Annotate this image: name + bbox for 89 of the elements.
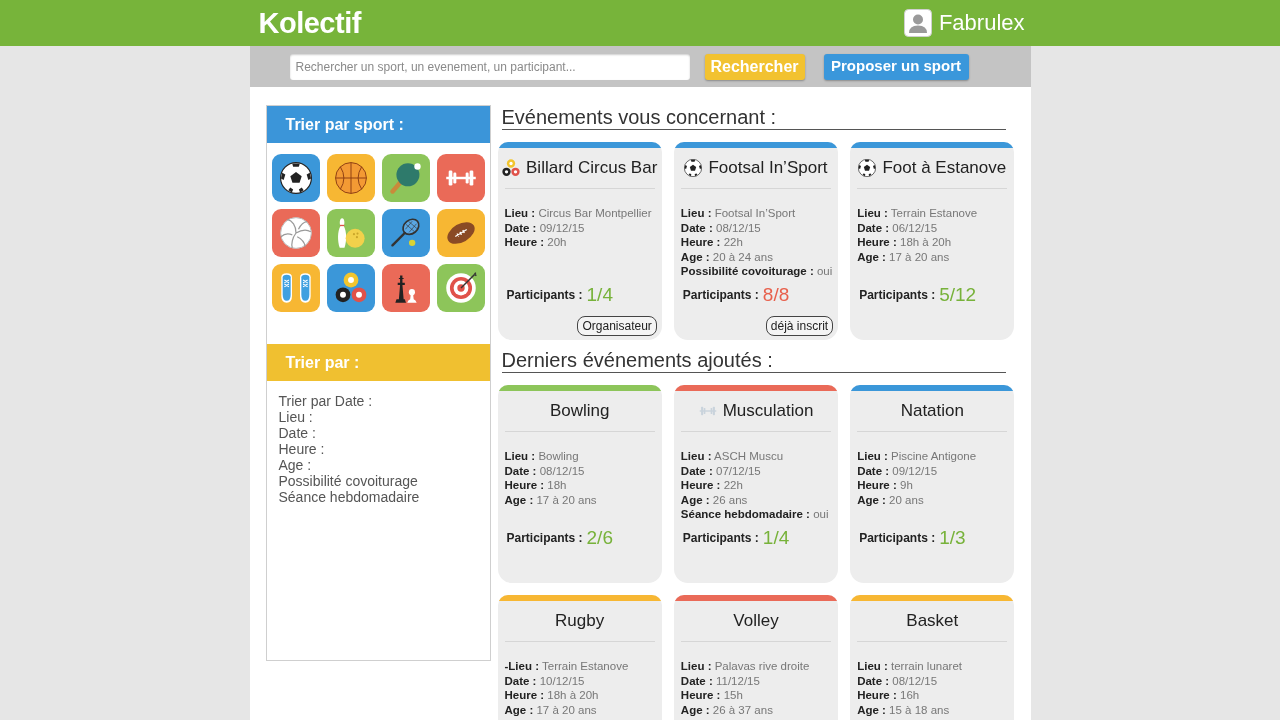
event-detail: Date : 11/12/15 — [680, 673, 760, 688]
event-detail: Lieu : Circus Bar Montpellier — [504, 206, 652, 221]
target-icon — [444, 272, 477, 304]
event-title: Bowling — [549, 400, 610, 422]
event-detail: Lieu : Piscine Antigone — [857, 449, 977, 464]
event-title: Billard Circus Bar — [526, 157, 658, 179]
event-detail: Age : 17 à 20 ans — [504, 492, 597, 507]
event-title: Basket — [906, 610, 959, 632]
event-detail: Lieu : Terrain Estanove — [857, 206, 978, 221]
event-detail: Séance hebdomadaire : oui — [680, 507, 829, 522]
avatar-icon — [903, 9, 932, 37]
event-detail: Heure : 22h — [680, 235, 743, 250]
event-action-button[interactable]: Organisateur — [577, 316, 657, 336]
event-detail: Lieu : terrain lunaret — [857, 659, 962, 674]
billiard-balls-icon — [334, 272, 367, 304]
sort-option[interactable]: Age : — [278, 457, 312, 473]
participants-label: Participants : — [859, 287, 936, 304]
sport-filter-button[interactable] — [326, 264, 375, 312]
participants-label: Participants : — [682, 287, 759, 304]
event-detail: Possibilité covoiturage : oui — [680, 264, 833, 279]
sort-option[interactable]: Trier par Date : — [278, 393, 373, 409]
event-detail: Date : 07/12/15 — [680, 463, 761, 478]
event-detail: Age : 20 à 24 ans — [680, 249, 773, 264]
panel-title: Trier par : — [285, 352, 360, 373]
event-detail: Date : 08/12/15 — [857, 673, 938, 688]
event-detail: Heure : 9h — [857, 478, 913, 493]
soccer-ball-icon — [684, 159, 703, 177]
billiard-balls-icon — [502, 159, 520, 177]
event-detail: Heure : 16h — [857, 688, 920, 703]
participant-count: 2/6 — [586, 527, 613, 549]
event-detail: Lieu : ASCH Muscu — [680, 449, 784, 464]
section-title: Derniers événements ajoutés : — [501, 348, 1006, 373]
event-detail: Lieu : Footsal In’Sport — [680, 206, 796, 221]
event-detail: Heure : 20h — [504, 235, 567, 250]
event-detail: Date : 08/12/15 — [680, 220, 761, 235]
participant-count: 5/12 — [939, 284, 977, 306]
panel-title: Trier par sport : — [285, 114, 404, 135]
participants-label: Participants : — [506, 530, 583, 547]
event-detail: Heure : 15h — [680, 688, 743, 703]
event-detail: Age : 26 ans — [680, 492, 748, 507]
sort-option[interactable]: Lieu : — [278, 409, 313, 425]
section-title: Evénements vous concernant : — [501, 105, 1006, 130]
event-detail: Lieu : Palavas rive droite — [680, 659, 810, 674]
event-detail: Age : 26 à 37 ans — [680, 702, 773, 717]
event-detail: -Lieu : Terrain Estanove — [504, 659, 629, 674]
event-title: Footsal In’Sport — [708, 157, 828, 179]
soccer-ball-icon — [858, 159, 877, 177]
participant-count: 8/8 — [762, 284, 790, 306]
volleyball-icon — [279, 217, 312, 249]
event-title: Volley — [733, 610, 779, 632]
sport-filter-button[interactable] — [381, 264, 430, 312]
participants-label: Participants : — [506, 287, 583, 304]
participant-count: 1/4 — [586, 284, 613, 306]
event-detail: Age : 17 à 20 ans — [857, 249, 950, 264]
event-detail: Heure : 18h à 20h — [504, 688, 599, 703]
event-action-button[interactable]: déjà inscrit — [765, 316, 834, 336]
sport-filter-button[interactable] — [271, 154, 320, 202]
event-detail: Age : 15 à 18 ans — [857, 702, 950, 717]
event-title: Foot à Estanove — [882, 157, 1007, 179]
participants-label: Participants : — [682, 530, 759, 547]
event-detail: Age : 20 ans — [857, 492, 924, 507]
event-detail: Date : 06/12/15 — [857, 220, 938, 235]
participants-label: Participants : — [859, 530, 936, 547]
event-detail: Lieu : Bowling — [504, 449, 579, 464]
sort-option[interactable]: Séance hebdomadaire — [278, 489, 420, 505]
tennis-racket-icon — [389, 217, 422, 249]
event-detail: Heure : 18h — [504, 478, 567, 493]
search-field[interactable]: Rechercher un sport, un evenement, un participant... — [289, 53, 690, 80]
sort-option[interactable]: Date : — [278, 425, 316, 441]
event-detail: Date : 10/12/15 — [504, 673, 585, 688]
basketball-icon — [334, 162, 367, 194]
event-detail: Age : 17 à 20 ans — [504, 702, 597, 717]
sport-filter-button[interactable] — [381, 209, 430, 257]
event-detail: Date : 09/12/15 — [857, 463, 938, 478]
event-detail: Heure : 22h — [680, 478, 743, 493]
event-detail: Heure : 18h à 20h — [857, 235, 952, 250]
event-detail: Date : 08/12/15 — [504, 463, 585, 478]
soccer-ball-icon — [279, 162, 312, 194]
event-detail: Date : 09/12/15 — [504, 220, 585, 235]
sneakers-icon — [279, 272, 312, 304]
event-title: Rugby — [555, 610, 605, 632]
sort-option[interactable]: Possibilité covoiturage — [278, 473, 418, 489]
sort-option[interactable]: Heure : — [278, 441, 325, 457]
participant-count: 1/3 — [939, 527, 966, 549]
paddle-icon — [389, 162, 422, 194]
event-title: Musculation — [722, 400, 814, 422]
event-title: Natation — [900, 400, 964, 422]
sport-filter-button[interactable] — [436, 209, 485, 257]
participant-count: 1/4 — [762, 527, 790, 549]
